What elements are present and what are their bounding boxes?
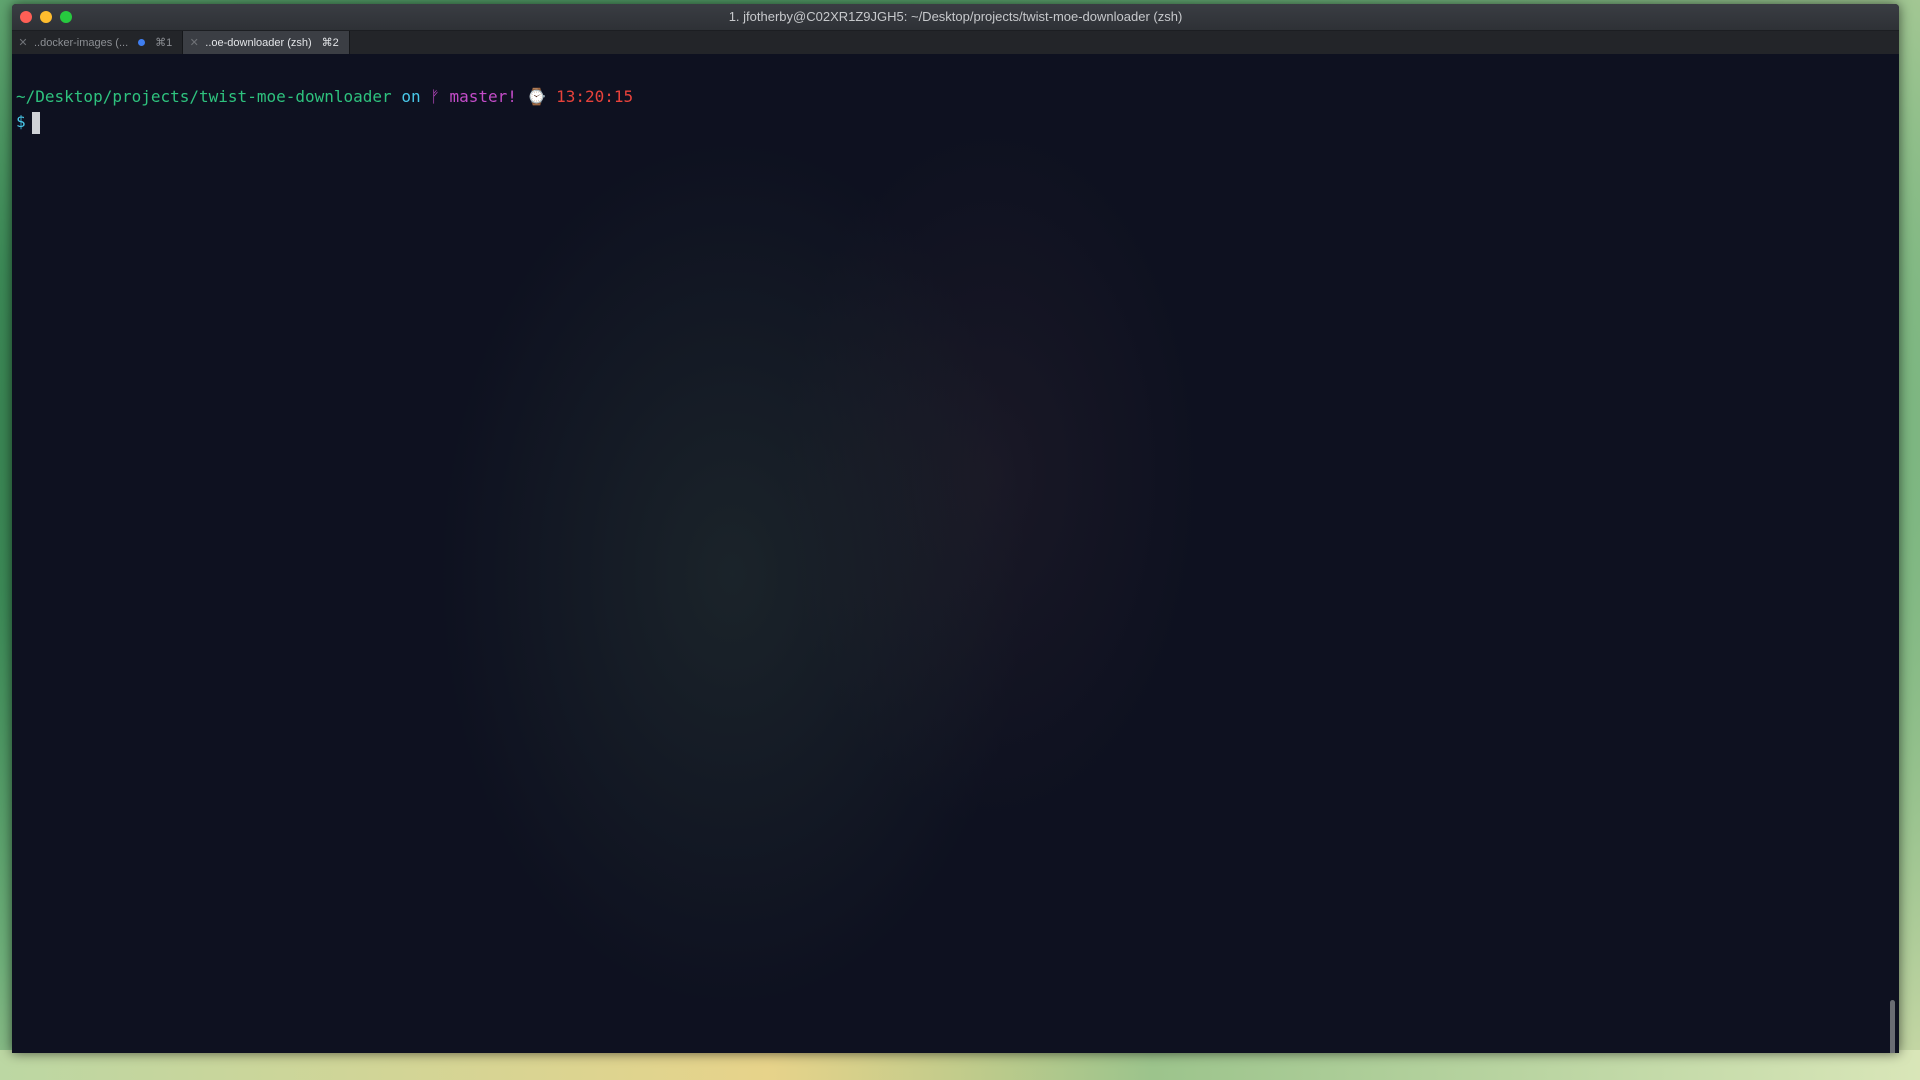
prompt-path: ~/Desktop/projects/twist-moe-downloader [16,87,392,106]
git-branch-icon: ᚠ [430,87,440,106]
prompt-symbol: $ [16,112,26,131]
tab-bar: ✕ ..docker-images (... ⌘1 ✕ ..oe-downloa… [12,31,1899,55]
tab-downloader[interactable]: ✕ ..oe-downloader (zsh) ⌘2 [183,31,350,54]
tab-close-icon[interactable]: ✕ [189,36,199,49]
activity-dot-icon [138,39,146,46]
tab-close-icon[interactable]: ✕ [18,36,28,49]
terminal-window: 1. jfotherby@C02XR1Z9JGH5: ~/Desktop/pro… [12,4,1899,1053]
prompt-time: 13:20:15 [556,87,634,106]
tab-docker-images[interactable]: ✕ ..docker-images (... ⌘1 [12,31,184,54]
prompt-on: on [401,87,421,106]
desktop-wallpaper [0,1050,1920,1080]
tab-label: ..oe-downloader (zsh) [205,36,312,49]
title-bar[interactable]: 1. jfotherby@C02XR1Z9JGH5: ~/Desktop/pro… [12,4,1899,31]
input-line[interactable]: $ [16,109,1895,134]
tab-shortcut: ⌘2 [321,37,339,49]
prompt-line: ~/Desktop/projects/twist-moe-downloader … [16,84,1895,109]
clock-icon: ⌚ [526,87,547,106]
tab-shortcut: ⌘1 [155,37,173,49]
scrollbar[interactable] [1890,1000,1895,1053]
text-cursor [31,111,40,134]
terminal-output[interactable]: ~/Desktop/projects/twist-moe-downloader … [12,54,1899,1053]
window-title: 1. jfotherby@C02XR1Z9JGH5: ~/Desktop/pro… [728,9,1183,24]
tab-label: ..docker-images (... [34,36,129,49]
prompt-branch: master! [449,87,517,106]
